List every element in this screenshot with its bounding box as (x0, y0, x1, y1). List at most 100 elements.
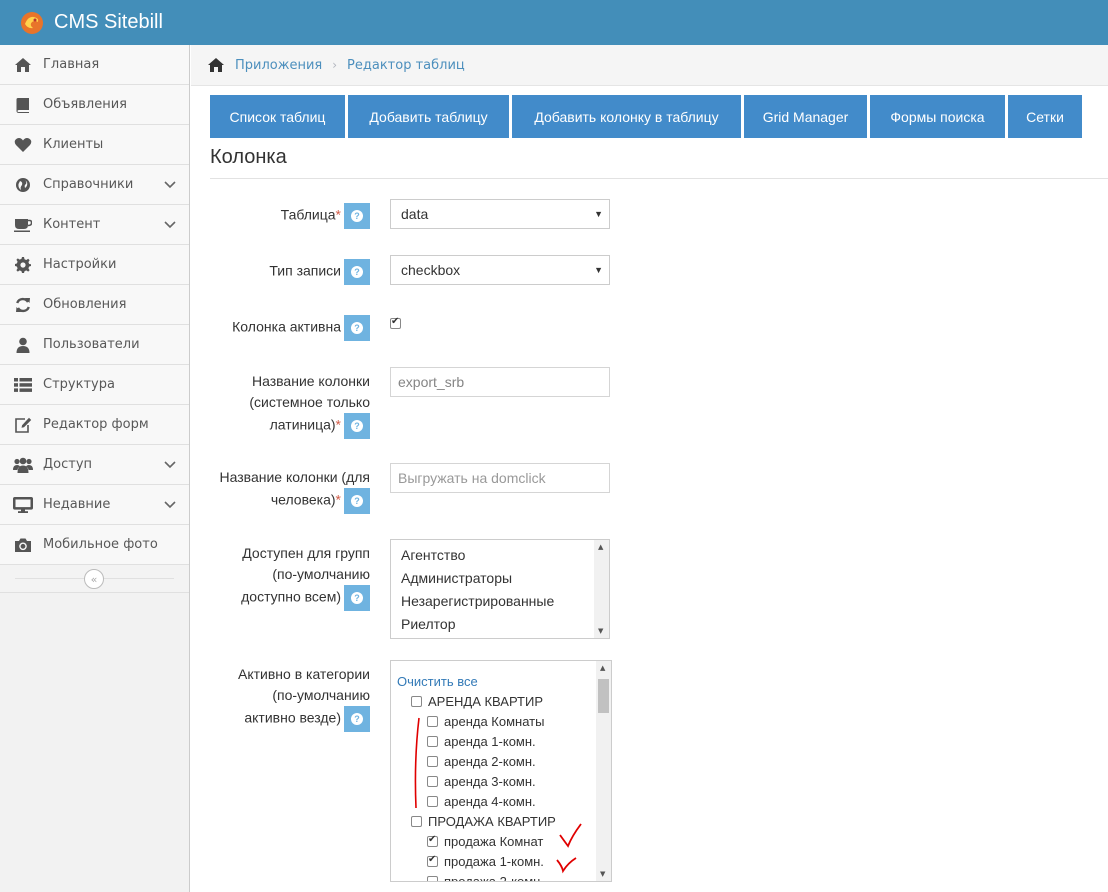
tab-table-list[interactable]: Список таблиц (210, 95, 345, 138)
sidebar-item-users[interactable]: Пользователи (0, 325, 189, 365)
scroll-down-icon[interactable]: ▼ (598, 627, 603, 635)
sidebar: Главная Объявления Клиенты Справочники К… (0, 45, 190, 892)
sidebar-item-access[interactable]: Доступ (0, 445, 189, 485)
sidebar-item-mobile-photo[interactable]: Мобильное фото (0, 525, 189, 565)
type-select[interactable]: checkbox ▼ (390, 255, 610, 285)
tab-grid-manager[interactable]: Grid Manager (744, 95, 867, 138)
sidebar-item-label: Доступ (43, 457, 93, 472)
scroll-up-icon[interactable]: ▲ (600, 664, 605, 672)
red-bracket-line (414, 717, 420, 809)
globe-icon (12, 176, 34, 194)
required-asterisk: * (335, 491, 341, 508)
system-name-input[interactable] (390, 367, 610, 397)
sidebar-item-label: Редактор форм (43, 417, 149, 432)
scroll-down-icon[interactable]: ▼ (600, 870, 605, 878)
column-active-checkbox[interactable] (390, 316, 401, 329)
sidebar-item-recent[interactable]: Недавние (0, 485, 189, 525)
groups-label: Доступен для групп (по-умолчанию доступн… (241, 543, 370, 611)
question-icon: ? (351, 713, 363, 725)
help-button[interactable]: ? (344, 259, 370, 285)
help-button[interactable]: ? (344, 203, 370, 229)
question-icon: ? (351, 495, 363, 507)
help-button[interactable]: ? (344, 488, 370, 514)
page-title: Колонка (210, 146, 287, 168)
human-name-input[interactable] (390, 463, 610, 493)
tab-add-table[interactable]: Добавить таблицу (348, 95, 509, 138)
sidebar-item-ads[interactable]: Объявления (0, 85, 189, 125)
human-name-label: Название колонки (для человека)*? (220, 467, 370, 514)
question-icon: ? (351, 322, 363, 334)
tab-grids[interactable]: Сетки (1008, 95, 1082, 138)
chevron-right-icon: › (332, 58, 338, 72)
sidebar-collapse-bar: « (0, 565, 189, 593)
home-icon[interactable] (207, 57, 225, 73)
red-annotation-marks (414, 717, 582, 874)
help-button[interactable]: ? (344, 706, 370, 732)
required-asterisk: * (335, 206, 341, 223)
coffee-icon (12, 216, 34, 234)
group-option[interactable]: Администраторы (391, 567, 609, 590)
top-navbar: CMS Sitebill (0, 0, 1108, 45)
categories-label: Активно в категории (по-умолчанию активн… (238, 664, 370, 732)
red-checkmark (559, 823, 582, 848)
sidebar-item-updates[interactable]: Обновления (0, 285, 189, 325)
sidebar-item-form-editor[interactable]: Редактор форм (0, 405, 189, 445)
help-button[interactable]: ? (344, 315, 370, 341)
sidebar-item-label: Недавние (43, 497, 111, 512)
title-divider (210, 178, 1108, 179)
tab-search-forms[interactable]: Формы поиска (870, 95, 1005, 138)
refresh-icon (12, 296, 34, 314)
gear-icon (12, 256, 34, 274)
sidebar-item-label: Мобильное фото (43, 537, 158, 552)
list-icon (12, 376, 34, 394)
sidebar-item-label: Структура (43, 377, 115, 392)
sidebar-item-directories[interactable]: Справочники (0, 165, 189, 205)
table-select[interactable]: data ▼ (390, 199, 610, 229)
sidebar-item-clients[interactable]: Клиенты (0, 125, 189, 165)
chevron-down-icon (164, 461, 176, 469)
dropdown-arrow-icon: ▼ (594, 265, 603, 275)
heart-icon (12, 136, 34, 154)
groups-multiselect[interactable]: Агентство Администраторы Незарегистриров… (390, 539, 610, 639)
group-option[interactable]: Незарегистрированные (391, 590, 609, 613)
app-brand[interactable]: CMS Sitebill (54, 11, 163, 34)
sidebar-item-label: Обновления (43, 297, 127, 312)
sidebar-item-label: Настройки (43, 257, 117, 272)
required-asterisk: * (335, 416, 341, 433)
scroll-up-icon[interactable]: ▲ (598, 543, 603, 551)
sitebill-logo-icon[interactable] (18, 9, 46, 37)
sidebar-item-settings[interactable]: Настройки (0, 245, 189, 285)
camera-icon (12, 536, 34, 554)
collapse-sidebar-button[interactable]: « (84, 569, 104, 589)
sidebar-item-structure[interactable]: Структура (0, 365, 189, 405)
desktop-icon (12, 496, 34, 514)
sidebar-item-label: Контент (43, 217, 101, 232)
double-chevron-left-icon: « (90, 572, 98, 586)
question-icon: ? (351, 420, 363, 432)
question-icon: ? (351, 210, 363, 222)
action-tabs: Список таблиц Добавить таблицу Добавить … (210, 95, 1082, 138)
sidebar-item-content[interactable]: Контент (0, 205, 189, 245)
tab-add-column[interactable]: Добавить колонку в таблицу (512, 95, 741, 138)
type-label: Тип записи? (269, 259, 370, 285)
table-label: Таблица*? (281, 203, 370, 229)
group-option[interactable]: Риелтор (391, 613, 609, 636)
sidebar-item-label: Клиенты (43, 137, 104, 152)
question-icon: ? (351, 592, 363, 604)
help-button[interactable]: ? (344, 413, 370, 439)
sidebar-item-label: Справочники (43, 177, 134, 192)
scrollbar[interactable]: ▲ ▼ (594, 540, 609, 638)
breadcrumb-link-table-editor[interactable]: Редактор таблиц (347, 58, 465, 73)
sidebar-item-home[interactable]: Главная (0, 45, 189, 85)
sidebar-item-label: Объявления (43, 97, 127, 112)
user-icon (12, 336, 34, 354)
sidebar-item-label: Главная (43, 57, 100, 72)
users-icon (12, 456, 34, 474)
clear-all-link[interactable]: Очистить все (397, 674, 478, 689)
breadcrumb-link-apps[interactable]: Приложения (235, 58, 322, 73)
sidebar-item-label: Пользователи (43, 337, 140, 352)
chevron-down-icon (164, 221, 176, 229)
help-button[interactable]: ? (344, 585, 370, 611)
group-option[interactable]: Агентство (391, 544, 609, 567)
dropdown-arrow-icon: ▼ (594, 209, 603, 219)
